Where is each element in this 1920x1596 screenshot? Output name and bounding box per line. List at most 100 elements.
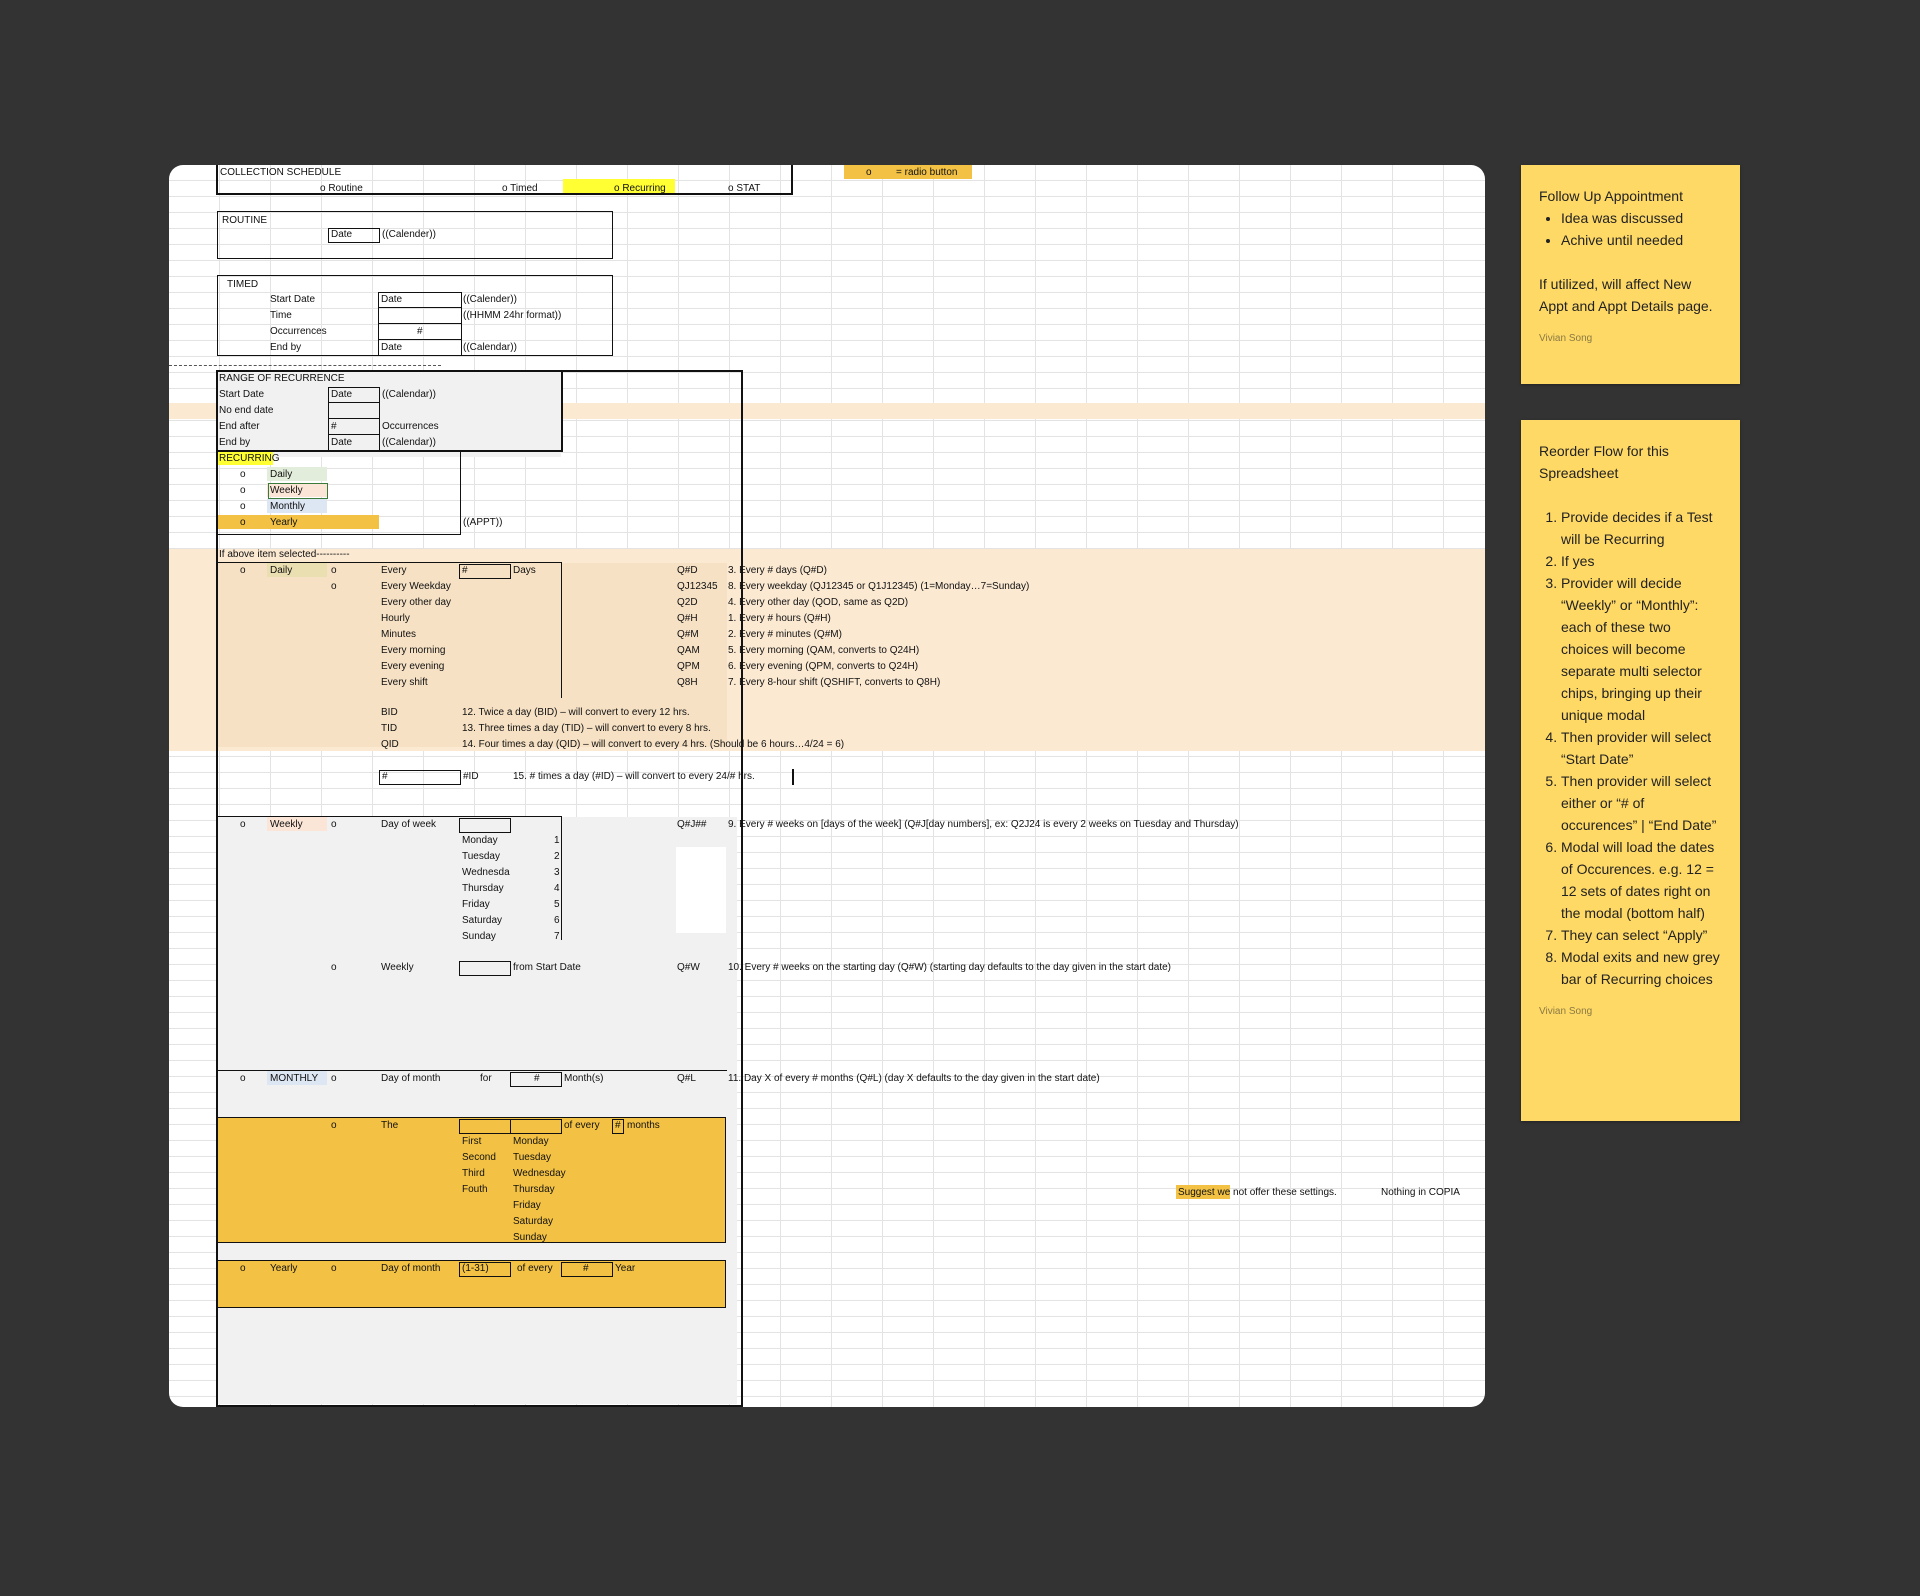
legend-text: = radio button: [896, 167, 958, 178]
monthly-dom-radio[interactable]: o: [331, 1071, 337, 1087]
monthly-wd-sunday[interactable]: Sunday: [513, 1230, 547, 1246]
recurring-title: RECURRING: [219, 453, 280, 464]
monthly-desc: 11. Day X of every # months (Q#L) (day X…: [728, 1073, 1100, 1084]
nid-field[interactable]: [379, 770, 461, 785]
recurring-daily-radio[interactable]: o: [240, 467, 246, 483]
weekly2-field[interactable]: [459, 961, 511, 976]
weekly-day-wednesday[interactable]: Wednesda: [462, 865, 510, 881]
daily-item-minutes: Minutes: [381, 629, 417, 640]
weekly-day-thursday[interactable]: Thursday: [462, 881, 504, 897]
weekly-dow-radio[interactable]: o: [331, 817, 337, 833]
recurring-monthly-label: Monthly: [270, 501, 306, 512]
radio-routine[interactable]: o Routine: [320, 181, 363, 197]
weekly-dow-field[interactable]: [459, 818, 511, 833]
daily-code-0: Q#D: [677, 565, 698, 576]
monthly-wd-friday[interactable]: Friday: [513, 1198, 541, 1214]
monthly-ord-second[interactable]: Second: [462, 1150, 496, 1166]
range-endby-date: Date: [331, 437, 353, 448]
weekly-day-monday[interactable]: Monday: [462, 833, 498, 849]
monthly-wd-tuesday[interactable]: Tuesday: [513, 1150, 551, 1166]
timed-time-format: ((HHMM 24hr format)): [463, 310, 562, 321]
weekly2-from: from Start Date: [513, 962, 581, 973]
weekly-day-friday[interactable]: Friday: [462, 897, 490, 913]
nid-desc: 15. # times a day (#ID) – will convert t…: [513, 771, 755, 782]
radio-recurring[interactable]: o Recurring: [614, 181, 666, 197]
daily-radio[interactable]: o: [240, 563, 246, 579]
note2-author: Vivian Song: [1539, 1006, 1593, 1017]
daily-desc-5: 5. Every morning (QAM, converts to Q24H): [728, 645, 920, 656]
collection-title: COLLECTION SCHEDULE: [220, 167, 342, 178]
note2-step: Then provider will select “Start Date”: [1561, 726, 1722, 770]
range-start-label: Start Date: [219, 389, 265, 400]
timed-start-date: Date: [381, 294, 403, 305]
monthly-ordinal-field[interactable]: [459, 1119, 511, 1134]
recurring-weekly-radio[interactable]: o: [240, 483, 246, 499]
monthly-wd-monday[interactable]: Monday: [513, 1134, 549, 1150]
daily-code-2: Q2D: [677, 597, 698, 608]
sticky-note-follow-up[interactable]: Follow Up Appointment Idea was discussed…: [1521, 165, 1740, 384]
recurring-daily-label: Daily: [270, 469, 293, 480]
monthly-months-label: months: [627, 1120, 660, 1131]
weekly2-desc: 10. Every # weeks on the starting day (Q…: [728, 962, 1172, 973]
note1-title: Follow Up Appointment: [1539, 188, 1683, 204]
monthly-wd-saturday[interactable]: Saturday: [513, 1214, 553, 1230]
daily-code-4: Q#M: [677, 629, 699, 640]
timed-occ-label: Occurrences: [270, 326, 327, 337]
freq-tid: TID: [381, 723, 398, 734]
range-endafter-hash: #: [331, 421, 337, 432]
routine-calendar: ((Calender)): [382, 229, 436, 240]
range-calendar-1: ((Calendar)): [382, 389, 436, 400]
monthly-radio[interactable]: o: [240, 1071, 246, 1087]
monthly-ofevery: of every: [564, 1120, 600, 1131]
weekly-num-1: 1: [554, 835, 560, 846]
daily-code-5: QAM: [677, 645, 700, 656]
daily-every-radio[interactable]: o: [331, 563, 337, 579]
daily-code-1: QJ12345: [677, 581, 718, 592]
daily-desc-0: 3. Every # days (Q#D): [728, 565, 827, 576]
nid-hash: #: [382, 771, 388, 782]
daily-divider-v: [561, 562, 562, 698]
weekly2-radio[interactable]: o: [331, 960, 337, 976]
range-endafter-label: End after: [219, 421, 260, 432]
monthly-ord-first[interactable]: First: [462, 1134, 481, 1150]
timed-time-label: Time: [270, 310, 292, 321]
monthly-the-radio[interactable]: o: [331, 1118, 337, 1134]
sticky-note-reorder-flow[interactable]: Reorder Flow for this Spreadsheet Provid…: [1521, 420, 1740, 1121]
monthly-every-hash: #: [615, 1120, 621, 1131]
weekly2-code: Q#W: [677, 962, 700, 973]
note2-title: Reorder Flow for this Spreadsheet: [1539, 443, 1669, 481]
yearly-radio[interactable]: o: [240, 1261, 246, 1277]
recurring-monthly-radio[interactable]: o: [240, 499, 246, 515]
monthly-ord-fourth[interactable]: Fouth: [462, 1182, 488, 1198]
monthly-weekday-field[interactable]: [510, 1119, 562, 1134]
daily-item-evening: Every evening: [381, 661, 445, 672]
radio-timed[interactable]: o Timed: [502, 181, 538, 197]
monthly-hash: #: [534, 1073, 540, 1084]
range-occurrences: Occurrences: [382, 421, 439, 432]
monthly-wd-wednesday[interactable]: Wednesday: [513, 1166, 566, 1182]
monthly-label: MONTHLY: [270, 1073, 319, 1084]
daily-weekday-radio[interactable]: o: [331, 579, 337, 595]
yearly-ofevery: of every: [517, 1263, 553, 1274]
outer-top-line: [561, 370, 743, 372]
weekly-day-saturday[interactable]: Saturday: [462, 913, 502, 929]
nothing-remark: Nothing in COPIA: [1381, 1187, 1460, 1198]
freq-qid: QID: [381, 739, 399, 750]
note1-bullet: Idea was discussed: [1561, 207, 1722, 229]
monthly-ord-third[interactable]: Third: [462, 1166, 485, 1182]
timed-endby-label: End by: [270, 342, 302, 353]
daily-desc-2: 4. Every other day (QOD, same as Q2D): [728, 597, 909, 608]
daily-code-6: QPM: [677, 661, 700, 672]
monthly-wd-thursday[interactable]: Thursday: [513, 1182, 555, 1198]
timed-endby-date: Date: [381, 342, 403, 353]
dashed-divider: [169, 365, 441, 366]
weekly-day-tuesday[interactable]: Tuesday: [462, 849, 500, 865]
timed-start-label: Start Date: [270, 294, 316, 305]
range-noend-label: No end date: [219, 405, 274, 416]
yearly-dom-radio[interactable]: o: [331, 1261, 337, 1277]
weekly-radio[interactable]: o: [240, 817, 246, 833]
note1-author: Vivian Song: [1539, 333, 1593, 344]
weekly-day-sunday[interactable]: Sunday: [462, 929, 496, 945]
radio-stat[interactable]: o STAT: [728, 181, 760, 197]
recurring-yearly-radio[interactable]: o: [240, 515, 246, 531]
